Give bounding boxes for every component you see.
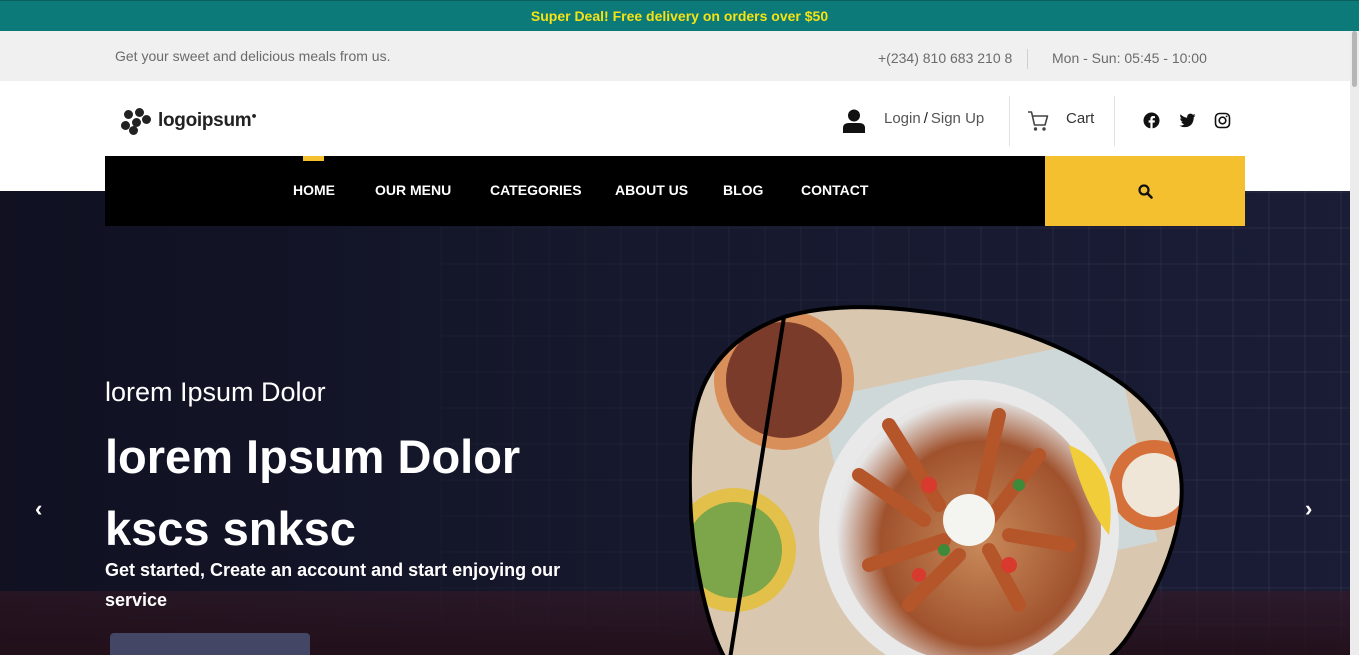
promo-banner: Super Deal! Free delivery on orders over… <box>0 0 1359 31</box>
nav-categories[interactable]: CATEGORIES <box>490 182 582 198</box>
hero-description: Get started, Create an account and start… <box>105 560 561 610</box>
header-divider <box>1009 96 1010 146</box>
slider-next-icon[interactable]: › <box>1305 496 1312 522</box>
facebook-icon[interactable] <box>1143 112 1160 129</box>
logo[interactable]: logoipsum● <box>121 108 257 135</box>
phone-number[interactable]: +(234) 810 683 210 8 <box>878 50 1012 66</box>
signup-link[interactable]: Sign Up <box>931 110 984 127</box>
nav-contact[interactable]: CONTACT <box>801 182 868 198</box>
nav-our-menu[interactable]: OUR MENU <box>375 182 451 198</box>
info-bar: Get your sweet and delicious meals from … <box>0 31 1359 81</box>
hero-subtitle: lorem Ipsum Dolor <box>105 377 326 407</box>
info-divider <box>1027 49 1028 69</box>
nav-blog[interactable]: BLOG <box>723 182 763 198</box>
main-nav: HOME OUR MENU CATEGORIES ABOUT US BLOG C… <box>105 156 1045 226</box>
nav-about-us[interactable]: ABOUT US <box>615 182 688 198</box>
cart-link[interactable]: Cart <box>1066 110 1094 127</box>
search-button[interactable] <box>1045 156 1245 226</box>
twitter-icon[interactable] <box>1179 112 1196 129</box>
auth-separator: / <box>923 110 928 127</box>
tagline: Get your sweet and delicious meals from … <box>115 48 391 64</box>
hero-cta-button[interactable] <box>110 633 310 655</box>
promo-text: Super Deal! Free delivery on orders over… <box>530 8 829 24</box>
logo-text: logoipsum● <box>158 110 257 131</box>
search-icon <box>1137 183 1153 199</box>
scrollbar-track[interactable] <box>1350 31 1359 655</box>
cart-icon[interactable] <box>1027 110 1049 132</box>
food-plate-image <box>689 305 1184 655</box>
auth-links: Login / Sign Up <box>884 110 984 127</box>
hero-title: lorem Ipsum Dolor kscs snksc <box>105 430 521 555</box>
header-divider <box>1114 96 1115 146</box>
slider-prev-icon[interactable]: ‹ <box>35 496 42 522</box>
nav-home[interactable]: HOME <box>293 182 335 198</box>
user-icon[interactable] <box>843 109 865 133</box>
login-link[interactable]: Login <box>884 110 921 127</box>
opening-hours: Mon - Sun: 05:45 - 10:00 <box>1052 50 1207 66</box>
instagram-icon[interactable] <box>1214 112 1231 129</box>
scrollbar-thumb[interactable] <box>1352 31 1357 87</box>
hero-section: lorem Ipsum Dolor lorem Ipsum Dolor kscs… <box>0 191 1350 655</box>
nav-active-indicator <box>303 156 324 161</box>
logo-icon <box>121 108 151 135</box>
